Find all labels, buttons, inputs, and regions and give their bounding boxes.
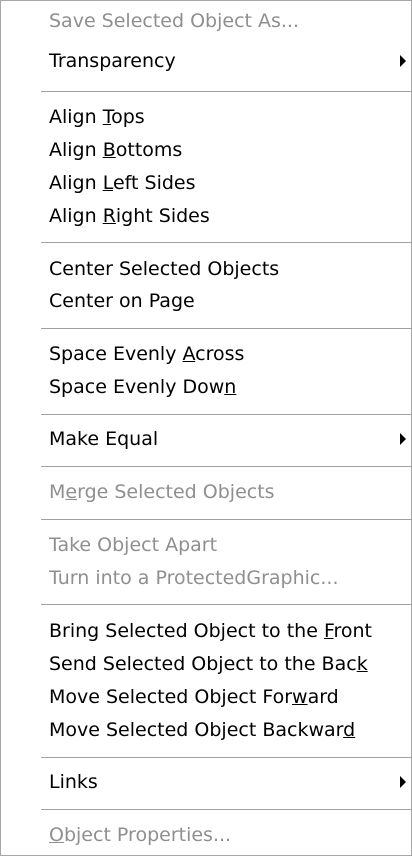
menu-separator: [41, 328, 411, 329]
menu-item-align-left-sides[interactable]: Align Left Sides: [1, 167, 411, 199]
menu-item-links[interactable]: Links: [1, 766, 411, 798]
menu-item-make-equal[interactable]: Make Equal: [1, 423, 411, 455]
menu-separator: [41, 91, 411, 92]
menu-separator: [41, 466, 411, 467]
context-menu: Save Selected Object As... Transparency …: [0, 0, 412, 856]
menu-separator: [41, 414, 411, 415]
menu-item-center-on-page[interactable]: Center on Page: [1, 285, 411, 317]
menu-item-align-tops[interactable]: Align Tops: [1, 101, 411, 133]
menu-item-transparency[interactable]: Transparency: [1, 45, 411, 77]
submenu-arrow-icon: [400, 433, 406, 445]
submenu-arrow-icon: [400, 776, 406, 788]
menu-separator: [41, 242, 411, 243]
menu-item-move-forward[interactable]: Move Selected Object Forward: [1, 681, 411, 713]
menu-separator: [41, 604, 411, 605]
menu-item-take-object-apart[interactable]: Take Object Apart: [1, 529, 411, 561]
menu-item-turn-into-protected-graphic[interactable]: Turn into a ProtectedGraphic...: [1, 562, 411, 594]
menu-item-object-properties[interactable]: Object Properties...: [1, 819, 411, 851]
menu-item-align-bottoms[interactable]: Align Bottoms: [1, 134, 411, 166]
menu-item-space-evenly-across[interactable]: Space Evenly Across: [1, 338, 411, 370]
menu-item-send-to-back[interactable]: Send Selected Object to the Back: [1, 648, 411, 680]
menu-item-move-backward[interactable]: Move Selected Object Backward: [1, 714, 411, 746]
menu-item-save-selected-object-as[interactable]: Save Selected Object As...: [1, 5, 411, 37]
menu-separator: [41, 809, 411, 810]
menu-item-merge-selected-objects[interactable]: Merge Selected Objects: [1, 476, 411, 508]
menu-separator: [41, 519, 411, 520]
menu-item-center-selected-objects[interactable]: Center Selected Objects: [1, 253, 411, 285]
menu-item-align-right-sides[interactable]: Align Right Sides: [1, 200, 411, 232]
menu-item-space-evenly-down[interactable]: Space Evenly Down: [1, 371, 411, 403]
submenu-arrow-icon: [400, 55, 406, 67]
menu-separator: [41, 757, 411, 758]
menu-item-bring-to-front[interactable]: Bring Selected Object to the Front: [1, 615, 411, 647]
